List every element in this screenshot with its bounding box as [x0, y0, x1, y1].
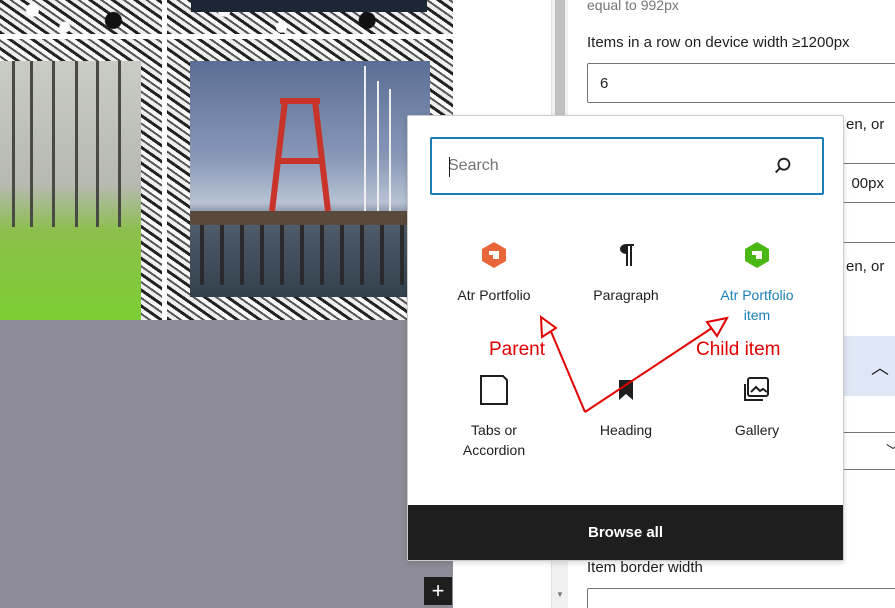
block-label: Atr Portfolio: [457, 287, 531, 303]
block-inserter-popover: Atr Portfolio Paragraph Atr Portfolio it…: [407, 115, 844, 561]
search-input[interactable]: [448, 139, 768, 193]
tabs-accordion-icon: [478, 374, 510, 406]
canvas-empty-area: [0, 320, 453, 608]
sidebar-fragment-2: 00px: [851, 174, 884, 192]
block-label: Gallery: [734, 422, 780, 438]
sidebar-fragment-1: en, or: [846, 116, 885, 133]
editor-canvas: +: [0, 0, 453, 608]
block-atr-portfolio-item[interactable]: Atr Portfolio item: [692, 239, 822, 325]
sidebar-top-fragment: equal to 992px: [587, 0, 679, 13]
block-label: Tabs or Accordion: [462, 422, 526, 458]
text-caret: [449, 157, 450, 177]
chevron-down-icon: ﹀: [886, 441, 895, 461]
block-atr-portfolio[interactable]: Atr Portfolio: [429, 239, 559, 305]
annotation-parent-label: Parent: [489, 339, 545, 360]
items-row-label: Items in a row on device width ≥1200px: [587, 34, 850, 51]
chevron-up-icon[interactable]: ︿: [871, 354, 889, 380]
annotation-child-label: Child item: [696, 339, 781, 360]
scroll-down-arrow-icon[interactable]: ▼: [556, 590, 564, 599]
block-gallery[interactable]: Gallery: [692, 374, 822, 440]
gallery-tile-top-left[interactable]: [0, 0, 162, 34]
gallery-icon: [741, 374, 773, 406]
add-block-button[interactable]: +: [424, 577, 452, 605]
item-border-width-input[interactable]: [587, 588, 895, 608]
item-border-width-label: Item border width: [587, 559, 703, 576]
plus-icon: +: [431, 578, 445, 603]
atr-portfolio-item-icon: [741, 239, 773, 271]
search-icon: [775, 157, 791, 174]
atr-portfolio-icon: [478, 239, 510, 271]
block-tabs-accordion[interactable]: Tabs or Accordion: [429, 374, 559, 460]
items-row-input[interactable]: 6: [587, 63, 895, 103]
gallery-tile-top-right[interactable]: [167, 0, 453, 34]
gallery-tile-forest[interactable]: [0, 39, 162, 320]
search-box[interactable]: [430, 137, 824, 195]
block-paragraph[interactable]: Paragraph: [561, 239, 691, 305]
block-label: Paragraph: [593, 287, 659, 303]
heading-bookmark-icon: [610, 374, 642, 406]
browse-all-button[interactable]: Browse all: [408, 505, 843, 560]
forest-photo: [0, 61, 141, 320]
sidebar-fragment-3: en, or: [846, 258, 885, 275]
scrollbar-thumb[interactable]: [555, 0, 565, 120]
pier-illustration: [190, 66, 430, 285]
block-label: Heading: [599, 422, 653, 438]
pier-photo: [190, 61, 430, 297]
paragraph-icon: [610, 239, 642, 271]
block-heading[interactable]: Heading: [561, 374, 691, 440]
items-row-value: 6: [600, 74, 609, 92]
block-label: Atr Portfolio item: [720, 287, 794, 323]
